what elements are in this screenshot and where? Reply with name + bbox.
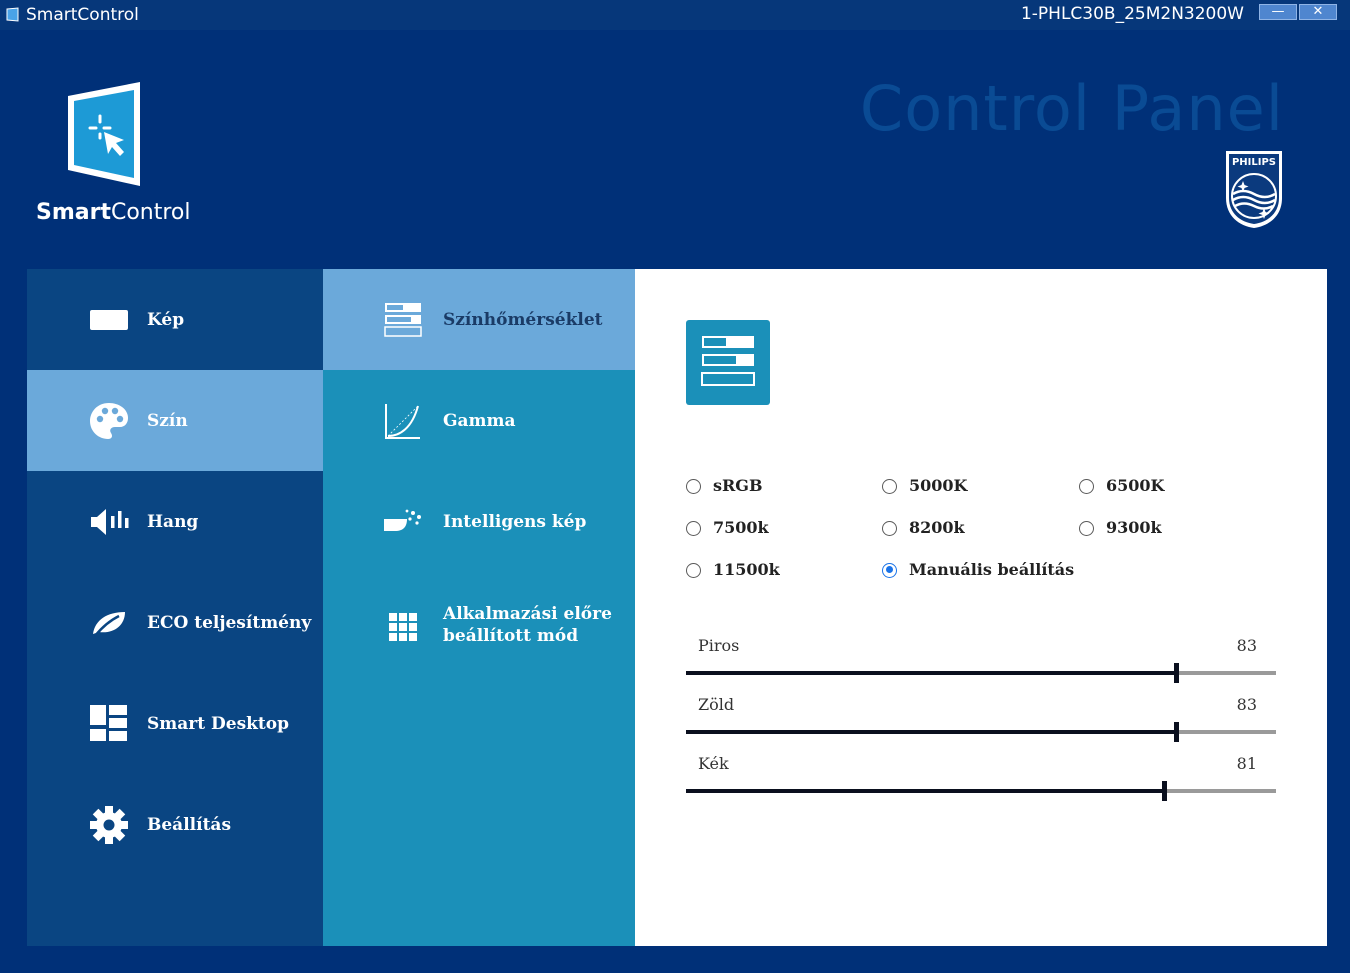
slider-piros[interactable] xyxy=(686,663,1276,683)
radio-srgb[interactable]: sRGB xyxy=(686,476,763,496)
radio-7500k[interactable]: 7500k xyxy=(686,518,769,538)
radio-label: Manuális beállítás xyxy=(909,560,1075,579)
nav-item-label: Kép xyxy=(147,309,185,330)
nav-item-label: Szín xyxy=(147,410,188,431)
app-title: SmartControl xyxy=(26,5,139,25)
title-bar: SmartControl 1-PHLC30B_25M2N3200W — ✕ xyxy=(0,0,1350,30)
radio-label: sRGB xyxy=(713,476,763,495)
palette-icon xyxy=(89,401,129,441)
smart-image-icon xyxy=(383,502,423,542)
radio-label: 5000K xyxy=(909,476,968,495)
radio-8200k[interactable]: 8200k xyxy=(882,518,965,538)
gear-icon xyxy=(89,805,129,845)
slider-thumb[interactable] xyxy=(1161,781,1167,801)
radio-manual[interactable]: Manuális beállítás xyxy=(882,560,1074,580)
radio-button[interactable] xyxy=(686,562,701,578)
monitor-model: 1-PHLC30B_25M2N3200W xyxy=(1020,4,1244,24)
radio-button[interactable] xyxy=(686,520,701,536)
subnav-item-intelligens-kep[interactable]: Intelligens kép xyxy=(323,471,635,572)
slider-thumb[interactable] xyxy=(1173,663,1179,683)
slider-fill xyxy=(686,671,1176,675)
slider-label-zold: Zöld xyxy=(698,695,735,714)
radio-5000k[interactable]: 5000K xyxy=(882,476,967,496)
subnav-item-gamma[interactable]: Gamma xyxy=(323,370,635,471)
minimize-button[interactable]: — xyxy=(1259,4,1297,20)
window-tiles-icon xyxy=(89,704,129,744)
nav-item-label: ECO teljesítmény xyxy=(147,612,312,633)
speaker-icon xyxy=(89,502,129,542)
content-panel: sRGB 5000K 6500K 7500k 8200k 9300k 11500… xyxy=(635,269,1327,946)
radio-button[interactable] xyxy=(882,520,897,536)
nav-item-szin[interactable]: Szín xyxy=(27,370,323,471)
nav-item-eco[interactable]: ECO teljesítmény xyxy=(27,572,323,673)
radio-9300k[interactable]: 9300k xyxy=(1079,518,1162,538)
gamma-curve-icon xyxy=(383,401,423,441)
radio-11500k[interactable]: 11500k xyxy=(686,560,780,580)
subnav-item-label: Színhőmérséklet xyxy=(443,309,603,330)
close-button[interactable]: ✕ xyxy=(1299,4,1337,20)
radio-6500k[interactable]: 6500K xyxy=(1079,476,1164,496)
sub-nav: Színhőmérséklet Gamma Intelligens kép Al… xyxy=(323,269,635,946)
color-temperature-icon xyxy=(686,320,770,405)
slider-value-kek: 81 xyxy=(1236,754,1257,773)
subnav-item-label: Intelligens kép xyxy=(443,511,587,532)
smartcontrol-logo-text: SmartControl xyxy=(36,198,191,228)
radio-label: 11500k xyxy=(713,560,780,579)
philips-shield-logo: PHILIPS xyxy=(1223,148,1285,230)
logo-text-rest: Control xyxy=(110,200,191,225)
monitor-icon xyxy=(89,300,129,340)
subnav-item-szinhomerseklet[interactable]: Színhőmérséklet xyxy=(323,269,635,370)
radio-label: 8200k xyxy=(909,518,965,537)
slider-fill xyxy=(686,789,1164,793)
nav-item-label: Smart Desktop xyxy=(147,713,289,734)
radio-button[interactable] xyxy=(1079,478,1094,494)
app-title-group: SmartControl xyxy=(6,4,139,26)
app-icon xyxy=(6,7,20,23)
subnav-item-label-line2: beállított mód xyxy=(443,626,579,646)
nav-item-hang[interactable]: Hang xyxy=(27,471,323,572)
slider-label-kek: Kék xyxy=(698,754,729,773)
subnav-item-label-line1: Alkalmazási előre xyxy=(443,604,612,624)
slider-thumb[interactable] xyxy=(1173,722,1179,742)
page-title: Control Panel xyxy=(859,72,1284,145)
slider-value-zold: 83 xyxy=(1236,695,1257,714)
nav-item-kep[interactable]: Kép xyxy=(27,269,323,370)
philips-brand-text: PHILIPS xyxy=(1232,157,1276,168)
radio-label: 7500k xyxy=(713,518,769,537)
nav-item-label: Hang xyxy=(147,511,199,532)
nav-item-smart-desktop[interactable]: Smart Desktop xyxy=(27,673,323,774)
radio-button[interactable] xyxy=(882,478,897,494)
grid-icon xyxy=(383,607,423,647)
radio-button[interactable] xyxy=(686,478,701,494)
radio-label: 6500K xyxy=(1106,476,1165,495)
subnav-item-label: Alkalmazási előre beállított mód xyxy=(443,603,612,647)
slider-label-piros: Piros xyxy=(698,636,740,655)
main-nav: Kép Szín Hang ECO teljesítmény Smart Des… xyxy=(27,269,323,946)
radio-button-selected[interactable] xyxy=(882,562,897,578)
slider-fill xyxy=(686,730,1176,734)
slider-zold[interactable] xyxy=(686,722,1276,742)
radio-label: 9300k xyxy=(1106,518,1162,537)
leaf-icon xyxy=(89,603,129,643)
color-temperature-icon xyxy=(383,300,423,340)
subnav-item-label: Gamma xyxy=(443,410,516,431)
logo-text-bold: Smart xyxy=(36,200,111,225)
smartcontrol-logo-icon xyxy=(60,78,150,190)
slider-value-piros: 83 xyxy=(1236,636,1257,655)
nav-item-beallitas[interactable]: Beállítás xyxy=(27,774,323,875)
nav-item-label: Beállítás xyxy=(147,814,232,835)
slider-kek[interactable] xyxy=(686,781,1276,801)
radio-button[interactable] xyxy=(1079,520,1094,536)
subnav-item-alkalmazasi-mod[interactable]: Alkalmazási előre beállított mód xyxy=(323,572,635,673)
